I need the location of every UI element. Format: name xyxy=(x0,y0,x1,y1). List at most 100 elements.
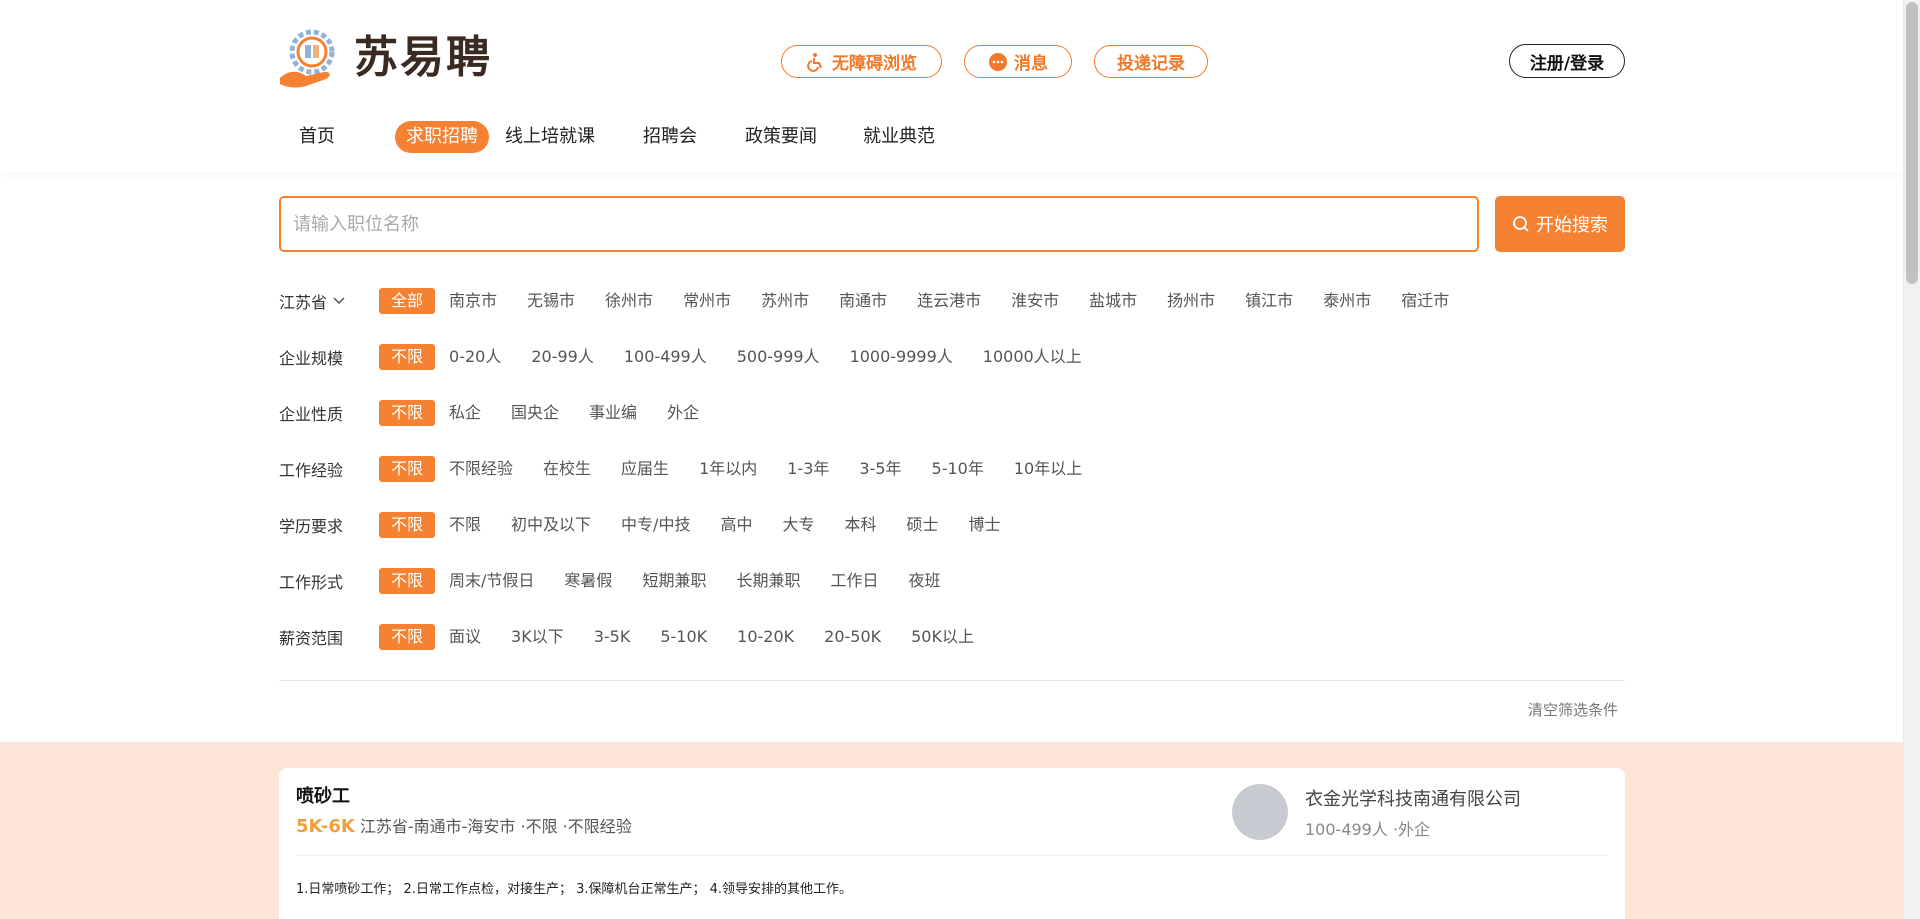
filter-option[interactable]: 淮安市 xyxy=(1011,288,1059,314)
nav-policy-news[interactable]: 政策要闻 xyxy=(723,121,839,153)
page-scrollbar[interactable] xyxy=(1903,0,1920,919)
job-title[interactable]: 喷砂工 xyxy=(296,782,350,808)
filter-option[interactable]: 夜班 xyxy=(908,568,940,594)
company-name[interactable]: 衣金光学科技南通有限公司 xyxy=(1305,785,1521,811)
chat-bubble-icon xyxy=(988,52,1008,72)
filter-option[interactable]: 短期兼职 xyxy=(642,568,706,594)
filter-option[interactable]: 南京市 xyxy=(449,288,497,314)
filter-option[interactable]: 工作日 xyxy=(830,568,878,594)
messages-button[interactable]: 消息 xyxy=(964,45,1072,78)
filter-option[interactable]: 国央企 xyxy=(511,400,559,426)
filter-option[interactable]: 面议 xyxy=(449,624,481,650)
filter-option[interactable]: 不限 xyxy=(449,512,481,538)
filter-option[interactable]: 初中及以下 xyxy=(511,512,591,538)
nav-job-search[interactable]: 求职招聘 xyxy=(395,121,489,153)
logo-text[interactable]: 苏易聘 xyxy=(354,28,492,88)
filter-option[interactable]: 10000人以上 xyxy=(983,344,1082,370)
nav-job-fair[interactable]: 招聘会 xyxy=(621,121,719,153)
job-card[interactable]: 喷砂工 5K-6K 江苏省-南通市-海安市 ·不限 ·不限经验 衣金光学科技南通… xyxy=(279,768,1625,919)
filter-option[interactable]: 苏州市 xyxy=(761,288,809,314)
province-dropdown[interactable]: 江苏省 xyxy=(279,289,379,313)
filter-option[interactable]: 20-50K xyxy=(824,624,881,650)
filter-row-company-type: 企业性质 不限 私企 国央企 事业编 外企 xyxy=(279,400,729,426)
filter-option[interactable]: 私企 xyxy=(449,400,481,426)
filter-option[interactable]: 1000-9999人 xyxy=(850,344,953,370)
filter-option-selected[interactable]: 全部 xyxy=(379,288,436,314)
filter-option-selected[interactable]: 不限 xyxy=(379,400,436,426)
search-icon xyxy=(1513,216,1529,232)
clear-filters-link[interactable]: 清空筛选条件 xyxy=(1528,699,1618,720)
filter-option[interactable]: 3-5K xyxy=(594,624,631,650)
filter-label: 工作形式 xyxy=(279,573,344,592)
filter-label: 企业性质 xyxy=(279,405,344,424)
filter-option[interactable]: 中专/中技 xyxy=(621,512,690,538)
filter-option[interactable]: 0-20人 xyxy=(449,344,501,370)
search-button[interactable]: 开始搜索 xyxy=(1495,196,1625,252)
filter-option[interactable]: 扬州市 xyxy=(1167,288,1215,314)
filter-option[interactable]: 1年以内 xyxy=(699,456,757,482)
filter-option-selected[interactable]: 不限 xyxy=(379,344,436,370)
filter-option[interactable]: 无锡市 xyxy=(527,288,575,314)
filter-option[interactable]: 10-20K xyxy=(737,624,794,650)
filter-option[interactable]: 在校生 xyxy=(543,456,591,482)
filter-option[interactable]: 徐州市 xyxy=(605,288,653,314)
filter-option-selected[interactable]: 不限 xyxy=(379,512,436,538)
main-nav: 首页 求职招聘 线上培就课 招聘会 政策要闻 就业典范 xyxy=(280,120,959,154)
filter-option[interactable]: 博士 xyxy=(969,512,1001,538)
nav-online-training[interactable]: 线上培就课 xyxy=(505,121,617,153)
filter-option[interactable]: 外企 xyxy=(667,400,699,426)
filter-option[interactable]: 不限经验 xyxy=(449,456,513,482)
filter-row-work-type: 工作形式 不限 周末/节假日 寒暑假 短期兼职 长期兼职 工作日 夜班 xyxy=(279,568,971,594)
filter-option-selected[interactable]: 不限 xyxy=(379,456,436,482)
filter-row-experience: 工作经验 不限 不限经验 在校生 应届生 1年以内 1-3年 3-5年 5-10… xyxy=(279,456,1112,482)
company-avatar[interactable] xyxy=(1232,784,1288,840)
filter-row-education: 学历要求 不限 不限 初中及以下 中专/中技 高中 大专 本科 硕士 博士 xyxy=(279,512,1031,538)
nav-home[interactable]: 首页 xyxy=(280,121,355,153)
filter-label: 工作经验 xyxy=(279,461,344,480)
filter-option[interactable]: 应届生 xyxy=(621,456,669,482)
province-label: 江苏省 xyxy=(279,293,328,312)
search-button-label: 开始搜索 xyxy=(1536,215,1608,236)
filter-option[interactable]: 10年以上 xyxy=(1014,456,1082,482)
filter-option[interactable]: 500-999人 xyxy=(737,344,820,370)
filter-option[interactable]: 5-10年 xyxy=(932,456,984,482)
filter-option[interactable]: 寒暑假 xyxy=(564,568,612,594)
filter-row-company-size: 企业规模 不限 0-20人 20-99人 100-499人 500-999人 1… xyxy=(279,344,1112,370)
filter-option[interactable]: 20-99人 xyxy=(531,344,594,370)
filter-option[interactable]: 高中 xyxy=(720,512,752,538)
login-register-button[interactable]: 注册/登录 xyxy=(1509,44,1625,78)
filter-option[interactable]: 盐城市 xyxy=(1089,288,1137,314)
filter-option[interactable]: 100-499人 xyxy=(624,344,707,370)
nav-employment-models[interactable]: 就业典范 xyxy=(843,121,955,153)
filter-option[interactable]: 事业编 xyxy=(589,400,637,426)
filter-option[interactable]: 3K以下 xyxy=(511,624,564,650)
filter-option[interactable]: 长期兼职 xyxy=(736,568,800,594)
scrollbar-thumb[interactable] xyxy=(1906,2,1918,284)
filter-option[interactable]: 3-5年 xyxy=(859,456,901,482)
filter-option[interactable]: 宿迁市 xyxy=(1401,288,1449,314)
application-records-label: 投递记录 xyxy=(1117,54,1185,74)
messages-label: 消息 xyxy=(1014,54,1048,74)
filter-option[interactable]: 常州市 xyxy=(683,288,731,314)
filter-option[interactable]: 50K以上 xyxy=(911,624,974,650)
filter-option[interactable]: 5-10K xyxy=(660,624,707,650)
application-records-button[interactable]: 投递记录 xyxy=(1094,45,1208,78)
filter-option[interactable]: 泰州市 xyxy=(1323,288,1371,314)
filter-option[interactable]: 镇江市 xyxy=(1245,288,1293,314)
filter-option[interactable]: 周末/节假日 xyxy=(449,568,534,594)
accessibility-button[interactable]: 无障碍浏览 xyxy=(781,45,942,78)
filter-option[interactable]: 南通市 xyxy=(839,288,887,314)
filter-label: 薪资范围 xyxy=(279,629,344,648)
filter-option[interactable]: 1-3年 xyxy=(787,456,829,482)
filter-row-salary: 薪资范围 不限 面议 3K以下 3-5K 5-10K 10-20K 20-50K… xyxy=(279,624,1004,650)
filter-option[interactable]: 硕士 xyxy=(907,512,939,538)
filter-option[interactable]: 本科 xyxy=(844,512,876,538)
company-meta: 100-499人 ·外企 xyxy=(1305,820,1431,839)
filter-option[interactable]: 连云港市 xyxy=(917,288,981,314)
filter-option-selected[interactable]: 不限 xyxy=(379,624,436,650)
search-input[interactable] xyxy=(293,213,1477,235)
filter-option[interactable]: 大专 xyxy=(782,512,814,538)
logo-icon[interactable] xyxy=(278,26,338,92)
filter-option-selected[interactable]: 不限 xyxy=(379,568,436,594)
filter-label: 企业规模 xyxy=(279,349,344,368)
